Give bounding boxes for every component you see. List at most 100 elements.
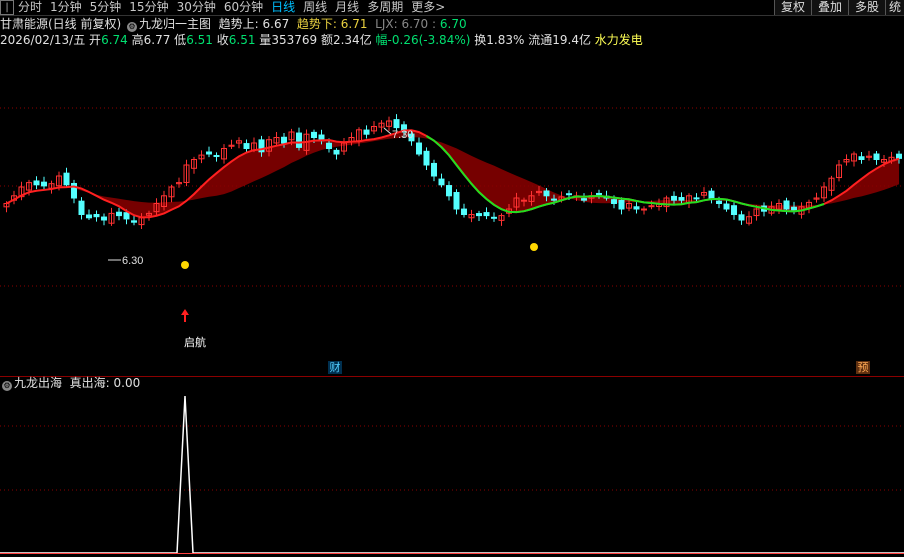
candle-body [333,149,340,155]
candle-body [116,211,122,217]
trend-band [6,130,899,218]
sub-value-label: 真出海: [69,376,110,390]
candle-body [641,208,647,211]
financial-report-badge[interactable]: 财 [328,361,342,374]
candle-body [416,142,422,155]
indicator-settings-icon[interactable]: ⚙ [127,22,138,32]
sub-indicator-name[interactable]: 九龙出海 [14,376,62,390]
high-label: 高 [131,33,144,47]
trend-down-label: 趋势下: [296,17,337,31]
candle-body [491,216,497,219]
turnover-value: 1.83% [486,33,525,47]
period-toolbar: | 分时 1分钟 5分钟 15分钟 30分钟 60分钟 日线 周线 月线 多周期 更多> 复权 叠加… [0,0,904,16]
period-tab[interactable]: 日线 [267,0,299,15]
close-value: 6.51 [228,33,256,47]
period-tab[interactable]: 1分钟 [46,0,86,15]
signal-dot [181,261,189,269]
ljx-value-2: 6.70 [439,17,467,31]
signal-label: 启航 [184,335,206,349]
candle-body [566,193,572,196]
candle-body [206,151,212,155]
candle-body [671,195,677,201]
indicator-header: 甘肃能源(日线 前复权) ⚙ 九龙归一主图 趋势上: 6.67 趋势下: 6.71… [0,17,467,32]
stock-menu-icon[interactable]: | [0,0,14,15]
period-tab[interactable]: 60分钟 [220,0,267,15]
sub-indicator-header: ⚙ 九龙出海 真出海: 0.00 [0,376,140,391]
restore-rights-button[interactable]: 复权 [773,0,811,15]
candle-body [611,199,617,204]
volume-value: 353769 [271,33,318,47]
candle-body [243,143,250,150]
main-candlestick-chart[interactable]: 7.30 6.30 启航 [0,48,904,375]
period-tab[interactable]: 分时 [14,0,46,15]
forecast-badge[interactable]: 预 [856,361,870,374]
open-value: 6.74 [101,33,128,47]
candle-body [858,156,865,161]
candle-body [461,208,467,215]
candle-body [731,205,737,215]
candle-body [131,220,137,223]
quote-date: 2026/02/13/五 [0,33,86,47]
stock-name: 甘肃能源(日线 前复权) [0,17,122,31]
change-label: 幅 [375,33,388,47]
period-tab[interactable]: 多周期 [363,0,407,15]
signal-dot [530,243,538,251]
trend-up-label: 趋势上: [218,17,259,31]
overlay-button[interactable]: 叠加 [810,0,848,15]
candle-body [723,203,730,210]
sector-name: 水力发电 [594,33,643,47]
candle-body [551,198,557,201]
candle-body [438,178,445,186]
period-tab[interactable]: 5分钟 [86,0,126,15]
candle-body [101,216,107,221]
sub-settings-icon[interactable]: ⚙ [2,381,12,391]
ljx-label: LJX: [375,17,398,31]
candle-body [581,198,587,201]
candle-body [213,155,220,158]
period-tab[interactable]: 周线 [299,0,331,15]
candle-body [596,192,602,195]
high-value: 6.77 [143,33,171,47]
open-label: 开 [89,33,102,47]
stats-button[interactable]: 统 [884,0,904,15]
period-tab[interactable]: 30分钟 [173,0,220,15]
candle-body [326,142,332,150]
change-value: -0.26(-3.84%) [387,33,471,47]
candle-body [618,199,625,210]
multi-stock-button[interactable]: 多股 [847,0,885,15]
candle-body [521,199,527,202]
candle-body [86,214,92,219]
candle-body [63,172,70,186]
candle-body [648,205,655,208]
close-label: 收 [216,33,229,47]
candle-body [363,129,370,135]
candle-body [33,180,40,186]
volume-label: 量 [259,33,272,47]
turnover-label: 换 [474,33,487,47]
indicator-name[interactable]: 九龙归一主图 [139,17,211,31]
period-tab[interactable]: 更多> [407,0,449,15]
candle-body [41,181,47,187]
candle-body [311,131,317,138]
candle-body [446,185,452,197]
candle-body [738,214,745,221]
candle-body [693,197,700,200]
high-price-mark: 7.30 [392,129,413,141]
trend-down-value: 6.71 [340,17,368,31]
ljx-value-1: 6.70 [401,17,429,31]
trend-up-value: 6.67 [262,17,290,31]
period-tab[interactable]: 月线 [331,0,363,15]
sub-indicator-chart[interactable] [0,376,904,557]
toolbar-right: 复权 叠加 多股 统 [773,0,904,15]
period-tabs: 分时 1分钟 5分钟 15分钟 30分钟 60分钟 日线 周线 月线 多周期 更多> [14,0,449,15]
candle-body [281,136,287,144]
candle-body [93,214,100,218]
candle-body [716,200,722,205]
amount-value: 2.34亿 [332,33,372,47]
buy-arrow-icon [181,309,189,322]
period-tab[interactable]: 15分钟 [125,0,172,15]
candle-body [873,153,880,160]
candle-body [123,212,130,220]
low-label: 低 [174,33,187,47]
candle-body [708,190,715,199]
